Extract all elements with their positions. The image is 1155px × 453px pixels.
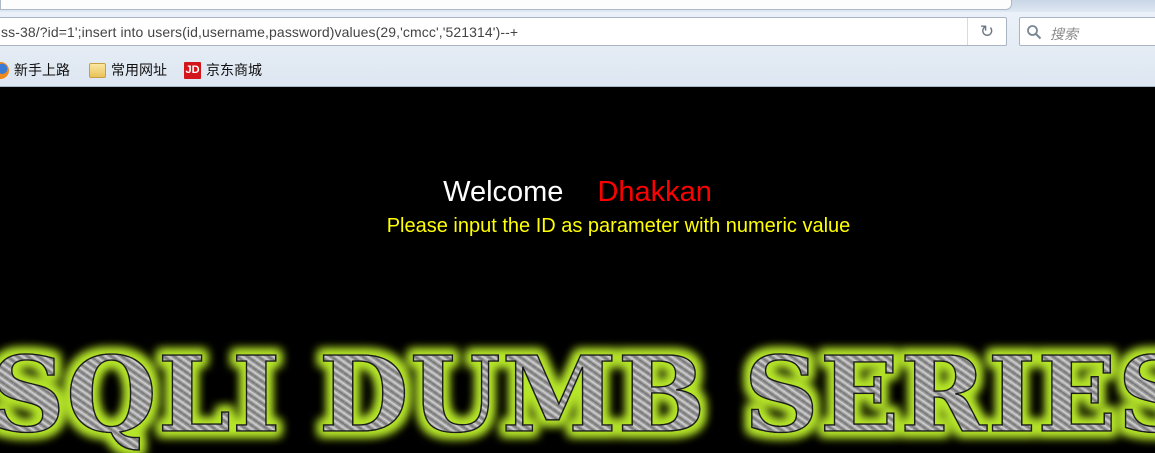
series-banner: SQLI DUMB SERIES-3 <box>0 333 1155 453</box>
bookmark-getting-started[interactable]: 新手上路 <box>0 58 70 82</box>
jd-icon: JD <box>184 61 201 79</box>
bookmark-common-sites[interactable]: 常用网址 <box>89 58 167 82</box>
banner-title: SQLI DUMB SERIES-3 <box>0 333 1155 453</box>
welcome-line: Welcome Dhakkan <box>0 176 1155 209</box>
address-bar[interactable]: ss-38/?id=1';insert into users(id,userna… <box>0 17 1007 46</box>
bookmark-jd-mall[interactable]: JD 京东商城 <box>184 58 262 82</box>
search-placeholder: 搜索 <box>1050 26 1078 42</box>
welcome-name: Dhakkan <box>597 176 712 208</box>
magnifier-icon <box>1027 25 1042 40</box>
firefox-icon <box>0 61 9 79</box>
bookmark-label: 常用网址 <box>111 62 167 78</box>
tab-strip <box>0 0 1155 12</box>
search-bar[interactable]: 搜索 <box>1019 17 1155 46</box>
folder-icon <box>89 62 106 78</box>
url-text[interactable]: ss-38/?id=1';insert into users(id,userna… <box>1 24 518 40</box>
active-tab[interactable] <box>0 0 1012 10</box>
welcome-text: Welcome <box>443 176 564 208</box>
bookmark-label: 新手上路 <box>14 62 70 78</box>
instruction-text: Please input the ID as parameter with nu… <box>386 215 851 237</box>
page-content: Welcome Dhakkan Please input the ID as pa… <box>0 87 1155 453</box>
bookmarks-toolbar: 新手上路 常用网址 JD 京东商城 <box>0 58 1155 82</box>
reload-button[interactable]: ↻ <box>967 18 1006 45</box>
reload-icon: ↻ <box>979 21 995 41</box>
browser-chrome: ss-38/?id=1';insert into users(id,userna… <box>0 0 1155 87</box>
bookmark-label: 京东商城 <box>206 62 262 78</box>
